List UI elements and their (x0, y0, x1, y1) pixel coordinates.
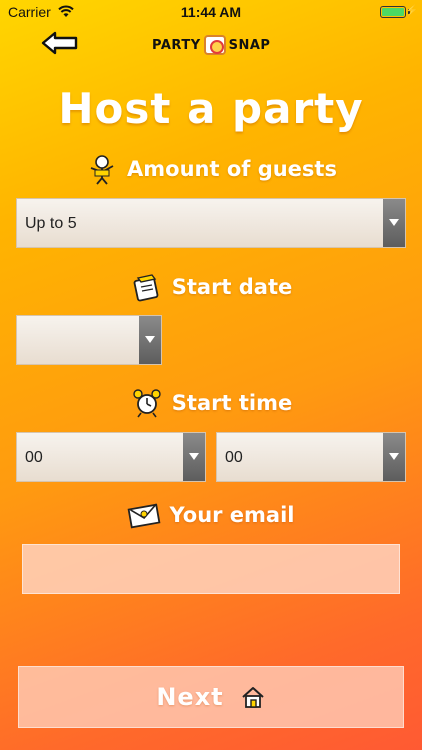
email-label-row: Your email (0, 498, 422, 532)
next-button-label: Next (156, 683, 224, 711)
logo-text-right: SNAP (228, 37, 271, 53)
dropdown-arrow-icon (383, 433, 405, 481)
time-label-row: Start time (0, 386, 422, 420)
email-label: Your email (169, 503, 295, 527)
camera-icon (203, 35, 226, 55)
guests-select[interactable]: Up to 5 (16, 198, 406, 248)
page-title: Host a party (58, 84, 364, 133)
hour-select[interactable]: 00 (16, 432, 206, 482)
logo-text-left: PARTY (152, 37, 201, 53)
notepad-icon (133, 274, 159, 302)
minute-value: 00 (225, 449, 243, 466)
status-time: 11:44 AM (180, 4, 242, 20)
status-bar: Carrier 11:44 AM ⚡ (0, 0, 422, 24)
hour-value: 00 (25, 449, 43, 466)
date-label-row: Start date (0, 270, 422, 304)
minute-select[interactable]: 00 (216, 432, 406, 482)
dropdown-arrow-icon (139, 316, 161, 364)
next-button[interactable]: Next (18, 666, 404, 728)
alarm-clock-icon (133, 389, 161, 418)
app-logo: PARTY SNAP (152, 30, 270, 60)
battery-fill (382, 8, 404, 16)
battery-indicator (380, 6, 406, 18)
back-arrow-icon[interactable] (40, 30, 80, 56)
stick-figure-icon (90, 155, 114, 185)
guests-label: Amount of guests (127, 157, 337, 181)
guests-value: Up to 5 (25, 215, 77, 232)
date-select[interactable] (16, 315, 162, 365)
dropdown-arrow-icon (183, 433, 205, 481)
house-icon (241, 687, 264, 708)
date-label: Start date (171, 275, 293, 299)
envelope-icon (128, 503, 161, 529)
time-label: Start time (171, 391, 293, 415)
dropdown-arrow-icon (383, 199, 405, 247)
email-field[interactable] (22, 544, 400, 594)
guests-label-row: Amount of guests (0, 152, 422, 186)
charging-bolt-icon: ⚡ (405, 5, 419, 17)
